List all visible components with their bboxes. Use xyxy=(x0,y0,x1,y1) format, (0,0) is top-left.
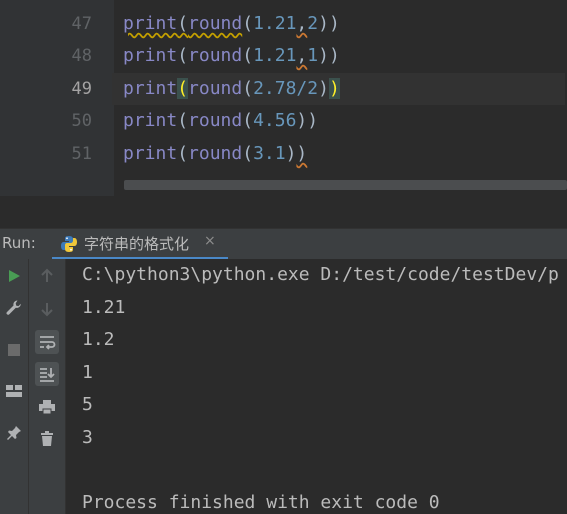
code-line-current[interactable]: print(round(2.78/2)) xyxy=(112,73,565,105)
number-literal: 2 xyxy=(307,13,319,34)
line-number: 48 xyxy=(71,46,92,66)
editor-left-gutter xyxy=(0,0,32,228)
round-keyword: round xyxy=(188,110,243,131)
run-console-output[interactable]: C:\python3\python.exe D:/test/code/testD… xyxy=(66,259,567,514)
python-icon xyxy=(60,235,78,253)
console-output-line: 3 xyxy=(82,427,93,448)
arrow-down-icon[interactable] xyxy=(35,297,59,321)
run-config-tab[interactable]: 字符串的格式化 × xyxy=(52,229,228,260)
line-number: 50 xyxy=(71,111,92,131)
editor-empty-area xyxy=(0,196,567,228)
close-icon[interactable]: × xyxy=(204,233,216,249)
round-keyword: round xyxy=(188,143,243,164)
trash-icon[interactable] xyxy=(35,427,59,451)
line-number: 47 xyxy=(71,14,92,34)
code-area[interactable]: print(round(1.21,2)) print(round(1.21,1)… xyxy=(112,0,567,196)
wrench-icon[interactable] xyxy=(2,296,26,320)
console-output-line: 1 xyxy=(82,362,93,383)
code-line[interactable]: print(round(1.21,2)) xyxy=(123,8,340,40)
number-literal: 1.21 xyxy=(253,13,297,34)
console-output-line: 1.21 xyxy=(82,297,126,318)
number-literal: 4.56 xyxy=(253,110,297,131)
console-output-line: 1.2 xyxy=(82,329,115,350)
line-number-current: 49 xyxy=(71,79,92,99)
code-line[interactable]: print(round(1.21,1)) xyxy=(123,40,340,72)
number-literal: 1 xyxy=(307,45,319,66)
print-keyword: print xyxy=(123,78,178,99)
code-editor[interactable]: 47 48 49 50 51 print(round(1.21,2)) prin… xyxy=(0,0,567,228)
round-keyword: round xyxy=(188,78,243,99)
print-keyword: print xyxy=(123,110,178,131)
round-keyword: round xyxy=(188,13,243,34)
line-number-gutter: 47 48 49 50 51 xyxy=(32,0,114,196)
scroll-to-end-icon[interactable] xyxy=(35,362,59,386)
soft-wrap-icon[interactable] xyxy=(35,330,59,354)
print-keyword: print xyxy=(123,13,178,34)
layout-icon[interactable] xyxy=(2,379,26,403)
arrow-up-icon[interactable] xyxy=(35,264,59,288)
run-tool-window-header: Run: 字符串的格式化 × xyxy=(0,228,567,260)
print-icon[interactable] xyxy=(35,395,59,419)
console-command-line: C:\python3\python.exe D:/test/code/testD… xyxy=(82,264,559,285)
rerun-icon[interactable] xyxy=(2,264,26,288)
run-primary-toolbar xyxy=(0,259,29,514)
stop-icon[interactable] xyxy=(2,338,26,362)
console-exit-message: Process finished with exit code 0 xyxy=(82,492,440,513)
run-label: Run: xyxy=(2,234,36,252)
console-output-line: 5 xyxy=(82,394,93,415)
horizontal-scrollbar[interactable] xyxy=(124,180,567,190)
print-keyword: print xyxy=(123,45,178,66)
number-literal: 3.1 xyxy=(253,143,286,164)
pin-icon[interactable] xyxy=(2,421,26,445)
code-line[interactable]: print(round(3.1)) xyxy=(123,138,307,170)
print-keyword: print xyxy=(123,143,178,164)
run-tab-label: 字符串的格式化 xyxy=(84,235,190,253)
run-secondary-toolbar xyxy=(29,259,66,514)
code-line[interactable]: print(round(4.56)) xyxy=(123,105,318,137)
number-literal: 2.78/2 xyxy=(253,78,319,99)
number-literal: 1.21 xyxy=(253,45,297,66)
line-number: 51 xyxy=(71,144,92,164)
round-keyword: round xyxy=(188,45,243,66)
